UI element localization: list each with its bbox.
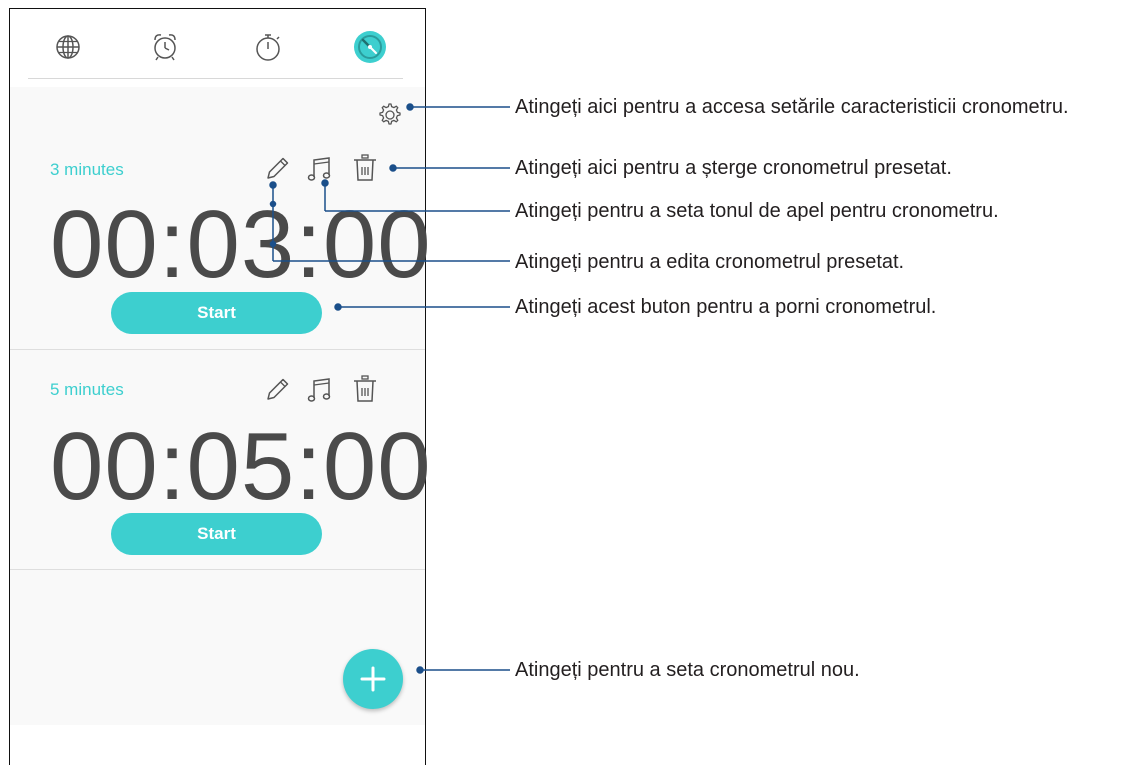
tab-alarm[interactable] [147, 29, 183, 65]
start-button[interactable]: Start [111, 513, 322, 555]
stopwatch-icon [256, 34, 280, 61]
gear-icon [379, 103, 401, 125]
phone-screen: 3 minutes 00:03:00 Start 5 minutes 00:05… [9, 8, 432, 765]
callout-start: Atingeți acest buton pentru a porni cron… [515, 296, 937, 318]
ringtone-button[interactable] [305, 152, 335, 186]
tab-stopwatch[interactable] [250, 29, 286, 65]
edit-button[interactable] [262, 373, 292, 407]
callout-settings: Atingeți aici pentru a accesa setările c… [515, 96, 1069, 118]
tab-world-clock[interactable] [50, 29, 86, 65]
trash-icon [354, 375, 376, 402]
callout-edit: Atingeți pentru a edita cronometrul pres… [515, 251, 905, 273]
tab-divider [28, 78, 403, 79]
timer-icon [354, 31, 386, 63]
music-note-icon [307, 157, 331, 181]
callout-ringtone: Atingeți pentru a seta tonul de apel pen… [515, 200, 999, 222]
timer-card: 3 minutes 00:03:00 Start [10, 127, 432, 350]
tab-bar [10, 9, 425, 79]
pencil-icon [267, 378, 289, 400]
callout-delete: Atingeți aici pentru a șterge cronometru… [515, 157, 952, 179]
timer-list: 3 minutes 00:03:00 Start 5 minutes 00:05… [10, 87, 432, 725]
timer-label: 5 minutes [50, 380, 124, 399]
globe-icon [56, 35, 80, 59]
plus-icon [360, 666, 386, 692]
delete-button[interactable] [350, 152, 380, 186]
edit-button[interactable] [262, 152, 292, 186]
callout-add: Atingeți pentru a seta cronometrul nou. [515, 659, 860, 681]
ringtone-button[interactable] [305, 373, 335, 407]
tab-timer[interactable] [352, 29, 388, 65]
timer-card: 5 minutes 00:05:00 Start [10, 349, 432, 570]
music-note-icon [307, 378, 331, 402]
timer-label: 3 minutes [50, 160, 124, 179]
start-button[interactable]: Start [111, 292, 322, 334]
settings-button[interactable] [374, 100, 404, 130]
pencil-icon [267, 157, 289, 179]
timer-display: 00:05:00 [50, 413, 432, 520]
delete-button[interactable] [350, 373, 380, 407]
add-timer-button[interactable] [343, 649, 403, 709]
timer-display: 00:03:00 [50, 191, 432, 298]
trash-icon [354, 154, 376, 181]
alarm-clock-icon [154, 34, 176, 61]
